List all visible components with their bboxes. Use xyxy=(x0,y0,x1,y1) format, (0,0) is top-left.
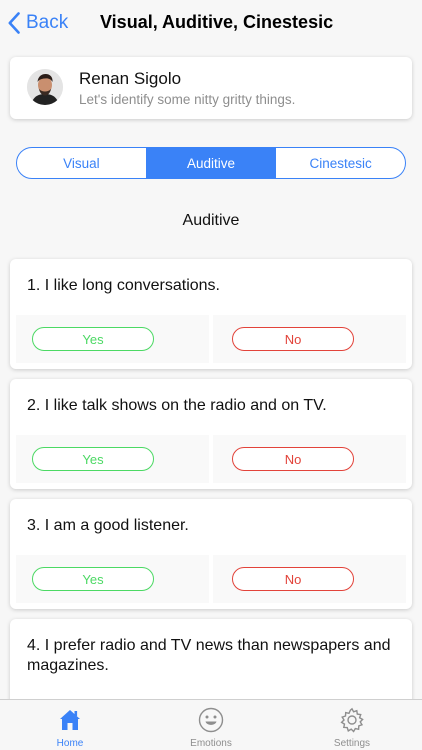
tab-bar: Home Emotions Settings xyxy=(0,699,422,750)
answer-row: Yes No xyxy=(16,315,406,363)
yes-button[interactable]: Yes xyxy=(32,327,154,351)
tab-label: Settings xyxy=(333,738,371,749)
navigation-bar: Back Visual, Auditive, Cinestesic xyxy=(0,0,422,46)
profile-card: Renan Sigolo Let's identify some nitty g… xyxy=(10,57,412,119)
smiley-icon xyxy=(198,707,224,733)
tab-label: Home xyxy=(56,738,84,749)
question-card: 2. I like talk shows on the radio and on… xyxy=(10,379,412,489)
avatar xyxy=(27,69,63,105)
yes-button[interactable]: Yes xyxy=(32,447,154,471)
tab-settings[interactable]: Settings xyxy=(282,700,422,750)
no-button[interactable]: No xyxy=(232,327,354,351)
category-segmented-control: Visual Auditive Cinestesic xyxy=(16,147,406,179)
question-text: 4. I prefer radio and TV news than newsp… xyxy=(27,637,391,674)
tab-home[interactable]: Home xyxy=(0,700,140,750)
profile-name: Renan Sigolo xyxy=(79,69,182,88)
tab-label: Emotions xyxy=(190,738,232,749)
gear-icon xyxy=(340,707,364,733)
page-title: Visual, Auditive, Cinestesic xyxy=(100,12,334,32)
question-text: 2. I like talk shows on the radio and on… xyxy=(27,397,327,414)
question-text: 1. I like long conversations. xyxy=(27,277,220,294)
segment-auditive[interactable]: Auditive xyxy=(146,148,277,178)
no-button[interactable]: No xyxy=(232,567,354,591)
chevron-left-icon xyxy=(8,12,20,34)
segment-cinestesic[interactable]: Cinestesic xyxy=(276,148,405,178)
back-button[interactable]: Back xyxy=(8,10,68,36)
no-button[interactable]: No xyxy=(232,447,354,471)
section-title: Auditive xyxy=(182,212,240,229)
segment-visual[interactable]: Visual xyxy=(17,148,147,178)
question-card: 1. I like long conversations. Yes No xyxy=(10,259,412,369)
question-card: 3. I am a good listener. Yes No xyxy=(10,499,412,609)
tab-emotions[interactable]: Emotions xyxy=(141,700,281,750)
back-label: Back xyxy=(26,12,69,33)
answer-row: Yes No xyxy=(16,435,406,483)
profile-subtitle: Let's identify some nitty gritty things. xyxy=(79,92,296,107)
yes-button[interactable]: Yes xyxy=(32,567,154,591)
question-text: 3. I am a good listener. xyxy=(27,517,189,534)
answer-row: Yes No xyxy=(16,555,406,603)
home-icon xyxy=(60,710,80,730)
